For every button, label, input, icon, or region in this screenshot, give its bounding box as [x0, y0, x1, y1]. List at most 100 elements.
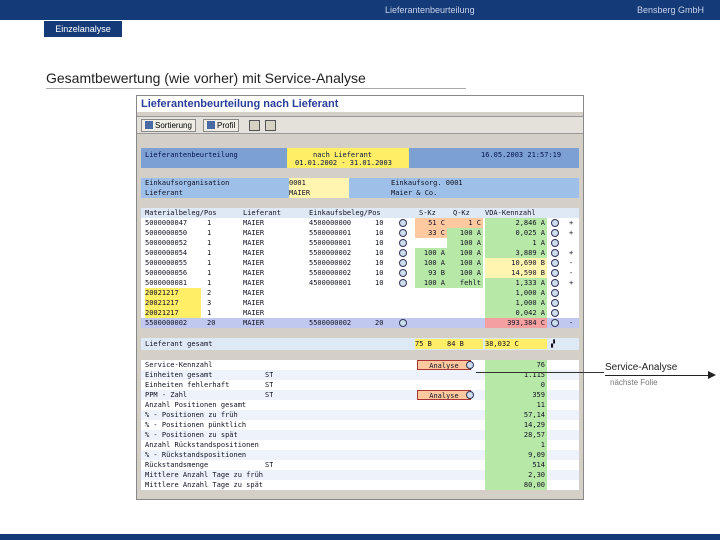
service-value: 1 — [485, 440, 547, 450]
service-row: Service-Kennzahl Analyse 76 — [141, 360, 579, 370]
service-label: % - Positionen zu spät — [145, 431, 238, 439]
magnifier-icon[interactable] — [551, 289, 559, 297]
material-pos: 1 — [207, 259, 212, 267]
arrow-line — [605, 375, 713, 376]
s-kz: 100 A — [415, 248, 447, 258]
service-label: Einheiten gesamt — [145, 371, 213, 379]
analysis-button[interactable]: Analyse — [417, 360, 471, 370]
company-name: Bensberg GmbH — [637, 5, 705, 15]
supplier: MAIER — [243, 229, 265, 237]
sap-window: Lieferantenbeurteilung nach Lieferant So… — [136, 95, 584, 500]
service-label: Rückstandsmenge — [145, 461, 209, 469]
vda-value: 393,384 C — [485, 318, 547, 328]
arrow-right-icon — [708, 371, 716, 379]
purchase-pos: 10 — [375, 239, 384, 247]
magnifier-icon[interactable] — [551, 279, 559, 287]
service-row: % - Positionen pünktlich 14,29 — [141, 420, 579, 430]
table-row: 5000000050 1 MAIER 5500000001 10 33 C 100 A 0,0… — [141, 228, 579, 238]
purchase-doc: 5500000002 — [309, 259, 352, 267]
q-kz — [447, 288, 483, 298]
material-doc: 5000000047 — [145, 219, 188, 227]
material-pos: 20 — [207, 319, 216, 327]
service-unit: ST — [265, 381, 274, 389]
magnifier-icon[interactable] — [551, 239, 559, 247]
vda-value: 14,590 B — [485, 268, 547, 278]
print-icon[interactable] — [265, 120, 276, 131]
material-doc: 5000000052 — [145, 239, 188, 247]
purchase-doc: 5500000002 — [309, 249, 352, 257]
supplier-name: Maier & Co. — [391, 189, 438, 197]
purchase-pos: 10 — [375, 219, 384, 227]
header-bar: Lieferantenbeurteilung Bensberg GmbH — [0, 0, 720, 20]
trend-sign: - — [569, 319, 574, 327]
q-kz: 1 C — [447, 218, 483, 228]
service-value: 80,00 — [485, 480, 547, 490]
service-value: 28,57 — [485, 430, 547, 440]
service-value: 2,30 — [485, 470, 547, 480]
trend-sign: - — [569, 259, 574, 267]
magnifier-icon[interactable] — [551, 299, 559, 307]
supplier-value: MAIER — [289, 188, 349, 198]
s-kz: 51 C — [415, 218, 447, 228]
table-row: 5000000052 1 MAIER 5500000001 10 100 A1 A — [141, 238, 579, 248]
magnifier-icon[interactable] — [551, 269, 559, 277]
q-kz: 100 A — [447, 238, 483, 248]
magnifier-icon[interactable] — [551, 249, 559, 257]
magnifier-icon[interactable] — [551, 229, 559, 237]
purchase-pos: 20 — [375, 319, 384, 327]
total-vda: 38,032 C — [485, 339, 547, 349]
magnifier-icon[interactable] — [399, 229, 407, 237]
magnifier-icon[interactable] — [551, 309, 559, 317]
magnifier-icon[interactable] — [399, 219, 407, 227]
s-kz — [415, 288, 447, 298]
supplier: MAIER — [243, 249, 265, 257]
material-doc: 20021217 — [145, 288, 201, 298]
material-pos: 1 — [207, 229, 212, 237]
q-kz: 100 A — [447, 268, 483, 278]
material-pos: 1 — [207, 219, 212, 227]
magnifier-icon[interactable] — [551, 219, 559, 227]
purchase-doc: 5500000001 — [309, 239, 352, 247]
supplier: MAIER — [243, 319, 265, 327]
magnifier-icon[interactable] — [399, 319, 407, 327]
service-unit: ST — [265, 371, 274, 379]
supplier: MAIER — [243, 289, 265, 297]
magnifier-icon[interactable] — [399, 239, 407, 247]
trend-sign: + — [569, 249, 574, 257]
service-row: Mittlere Anzahl Tage zu früh 2,30 — [141, 470, 579, 480]
magnifier-icon[interactable] — [466, 391, 474, 399]
material-doc: 5500000002 — [145, 319, 188, 327]
profile-button[interactable]: Profil — [203, 119, 240, 132]
table-row: 5000000054 1 MAIER 5500000002 10 100 A 100 A 3,… — [141, 248, 579, 258]
sort-button[interactable]: Sortierung — [141, 119, 196, 132]
trend-sign: + — [569, 229, 574, 237]
q-kz: 100 A — [447, 248, 483, 258]
trend-sign: - — [569, 269, 574, 277]
magnifier-icon[interactable] — [466, 361, 474, 369]
footer-bar — [0, 534, 720, 540]
magnifier-icon[interactable] — [551, 259, 559, 267]
org-value: 0001 — [289, 178, 349, 188]
chart-icon[interactable]: ▞ — [551, 339, 555, 349]
supplier: MAIER — [243, 239, 265, 247]
service-value: 0 — [485, 380, 547, 390]
magnifier-icon[interactable] — [551, 319, 559, 327]
magnifier-icon[interactable] — [399, 279, 407, 287]
analysis-button[interactable]: Analyse — [417, 390, 471, 400]
magnifier-icon[interactable] — [399, 249, 407, 257]
service-row: PPM - Zahl ST Analyse 359 — [141, 390, 579, 400]
service-value: 14,29 — [485, 420, 547, 430]
magnifier-icon[interactable] — [399, 269, 407, 277]
q-kz — [447, 298, 483, 308]
q-kz: fehlt — [447, 278, 483, 288]
service-row: Anzahl Rückstandspositionen 1 — [141, 440, 579, 450]
purchase-doc: 5500000001 — [309, 229, 352, 237]
magnifier-icon[interactable] — [399, 259, 407, 267]
export-icon[interactable] — [249, 120, 260, 131]
s-kz — [415, 238, 447, 248]
col-s-kz: S-Kz — [419, 209, 436, 217]
service-row: Mittlere Anzahl Tage zu spät 80,00 — [141, 480, 579, 490]
table-row: 20021217 3 MAIER 1,000 A — [141, 298, 579, 308]
total-q: 84 B — [447, 339, 483, 349]
sap-toolbar: Sortierung Profil — [137, 116, 583, 134]
